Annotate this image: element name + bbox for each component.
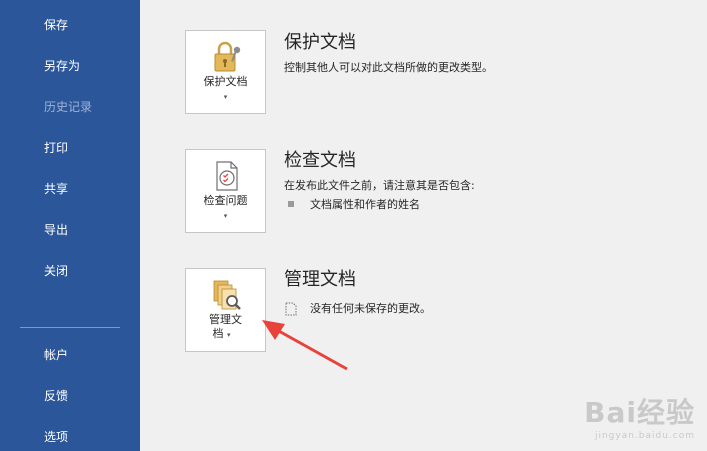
chevron-down-icon: ▾ (226, 331, 231, 339)
inspect-document-description: 在发布此文件之前，请注意其是否包含: (284, 179, 475, 192)
inspect-bullet-item: 文档属性和作者的姓名 (310, 198, 420, 211)
manage-document-button[interactable]: 管理文 档 ▾ (185, 268, 266, 352)
watermark-main: Bai经验 (584, 396, 695, 429)
backstage-sidebar: 保存 另存为 历史记录 打印 共享 导出 关闭 帐户 反馈 选项 (0, 0, 140, 451)
inspect-document-button[interactable]: 检查问题 ▾ (185, 149, 266, 233)
watermark-sub: jingyan.baidu.com (594, 431, 695, 441)
manage-documents-icon (213, 280, 241, 310)
checklist-document-icon (216, 161, 238, 191)
manage-document-label-line1: 管理文 (209, 313, 242, 326)
nav-share[interactable]: 共享 (44, 181, 68, 197)
manage-document-label-line2: 档 ▾ (212, 327, 231, 340)
protect-document-button[interactable]: 保护文档 ▾ (185, 30, 266, 114)
nav-history: 历史记录 (44, 100, 93, 114)
nav-feedback[interactable]: 反馈 (44, 388, 68, 404)
nav-account[interactable]: 帐户 (44, 347, 68, 363)
nav-print[interactable]: 打印 (44, 140, 68, 156)
lock-key-icon (214, 41, 241, 72)
annotation-arrow (262, 320, 348, 371)
protect-document-title: 保护文档 (284, 32, 356, 53)
inspect-document-label: 检查问题 (203, 194, 248, 207)
nav-options[interactable]: 选项 (44, 429, 68, 445)
sidebar-divider (20, 327, 120, 328)
bullet-square-icon (288, 201, 294, 207)
chevron-down-icon: ▾ (223, 212, 228, 220)
protect-document-label: 保护文档 (203, 75, 248, 88)
nav-export[interactable]: 导出 (44, 222, 68, 238)
baidu-watermark: Bai经验 jingyan.baidu.com (584, 391, 695, 441)
manage-document-title: 管理文档 (284, 269, 356, 290)
protect-document-description: 控制其他人可以对此文档所做的更改类型。 (284, 61, 493, 74)
inspect-document-title: 检查文档 (284, 150, 356, 171)
nav-save-as[interactable]: 另存为 (44, 58, 80, 74)
nav-save[interactable]: 保存 (44, 17, 68, 33)
nav-close[interactable]: 关闭 (44, 263, 68, 279)
chevron-down-icon: ▾ (223, 93, 228, 101)
